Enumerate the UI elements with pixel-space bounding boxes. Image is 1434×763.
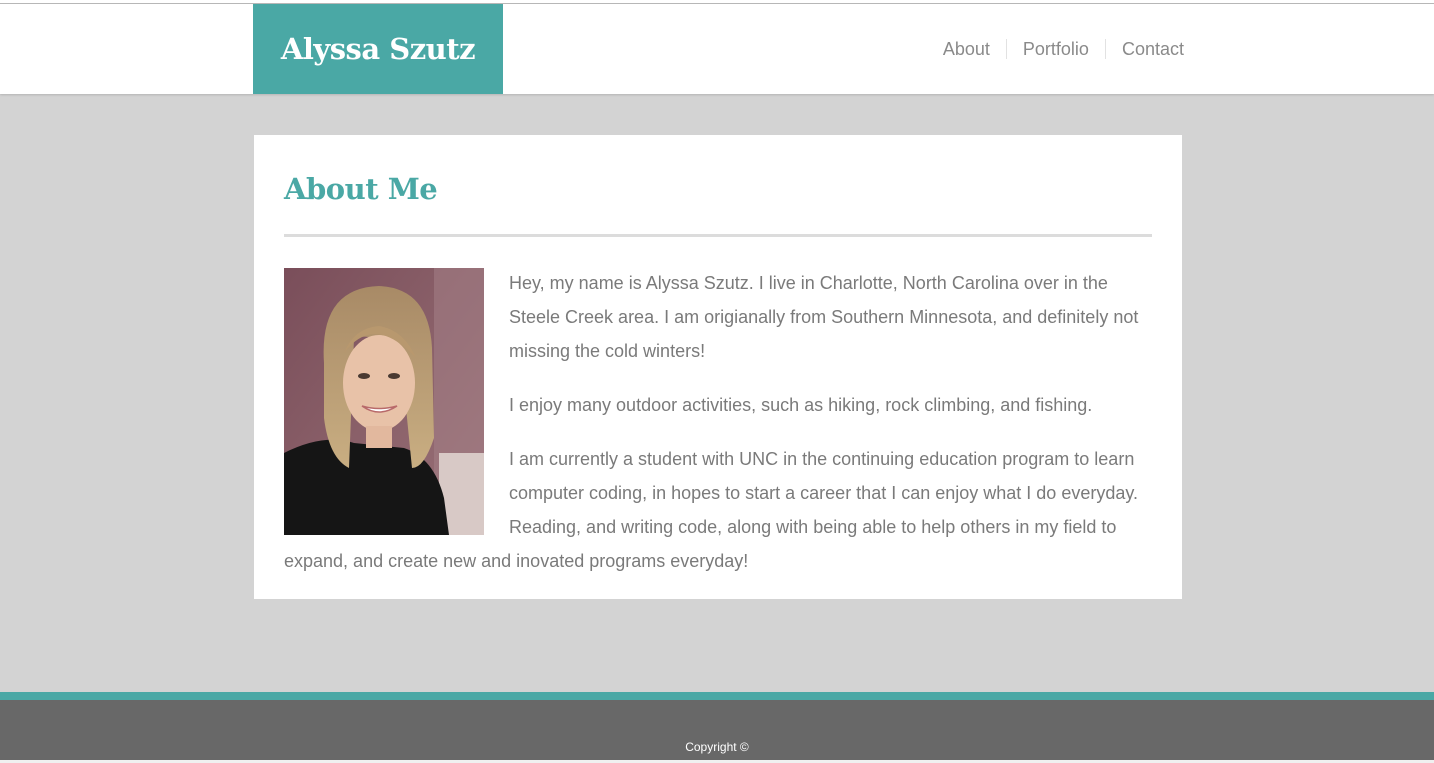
nav-contact-link[interactable]: Contact — [1104, 39, 1184, 59]
main-nav: About Portfolio Contact — [927, 4, 1184, 94]
about-content: Hey, my name is Alyssa Szutz. I live in … — [284, 266, 1152, 578]
footer-accent-bar — [0, 692, 1434, 700]
site-footer: Copyright © — [0, 700, 1434, 763]
nav-portfolio-link[interactable]: Portfolio — [1005, 39, 1105, 59]
profile-photo-image — [284, 268, 484, 535]
site-brand[interactable]: Alyssa Szutz — [253, 4, 503, 94]
site-header: Alyssa Szutz About Portfolio Contact — [0, 4, 1434, 94]
profile-photo — [284, 268, 484, 535]
copyright-text: Copyright © — [685, 740, 749, 754]
about-card: About Me Hey, my name is Alyssa Szutz. I… — [254, 135, 1182, 599]
page-title: About Me — [284, 171, 1152, 237]
nav-about-link[interactable]: About — [927, 39, 1006, 59]
